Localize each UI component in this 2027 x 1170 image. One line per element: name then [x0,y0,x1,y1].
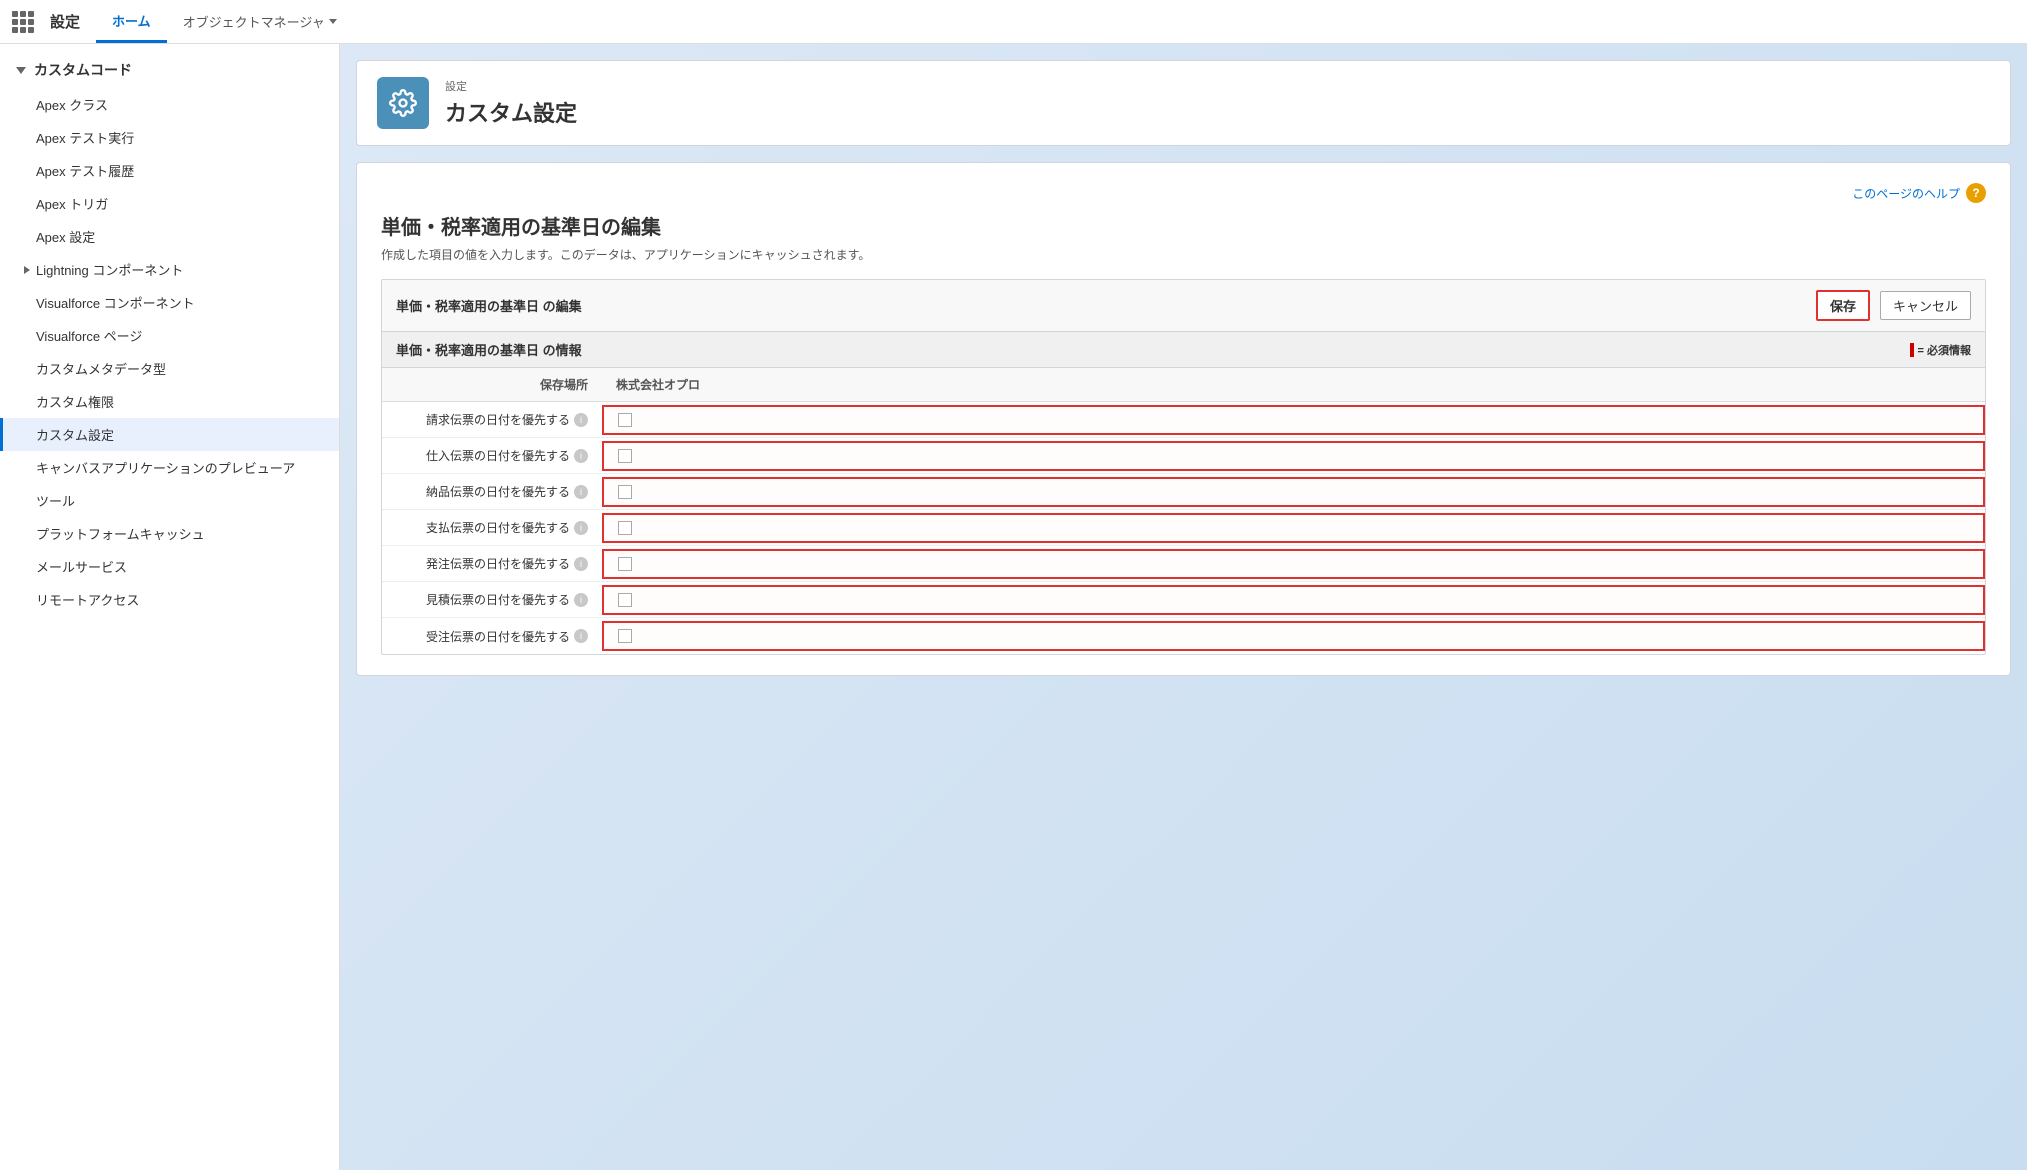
table-row: 仕入伝票の日付を優先する i [382,438,1985,474]
row-label-1: 仕入伝票の日付を優先する i [382,441,602,470]
sidebar-section-label: カスタムコード [34,60,132,80]
row-checkbox-5 [602,585,1985,615]
page-header-text: 設定 カスタム設定 [445,78,577,128]
row-label-4: 発注伝票の日付を優先する i [382,549,602,578]
info-icon-1[interactable]: i [574,449,588,463]
tab-object-manager[interactable]: オブジェクトマネージャ [167,0,353,43]
form-section-edit-title: 単価・税率適用の基準日 の編集 [396,296,582,315]
page-header-title: カスタム設定 [445,96,577,128]
checkbox-4[interactable] [618,557,632,571]
sidebar-item-lightning-component[interactable]: Lightning コンポーネント [0,253,339,286]
required-bar-icon [1910,343,1914,357]
subsection-expand-icon [24,266,30,274]
row-checkbox-4 [602,549,1985,579]
sidebar-item-apex-test-run[interactable]: Apex テスト実行 [0,121,339,154]
info-icon-3[interactable]: i [574,521,588,535]
form-desc: 作成した項目の値を入力します。このデータは、アプリケーションにキャッシュされます… [381,246,1986,263]
row-checkbox-1 [602,441,1985,471]
sidebar-item-apex-settings[interactable]: Apex 設定 [0,220,339,253]
page-help-row: このページのヘルプ ? [381,183,1986,203]
row-checkbox-0 [602,405,1985,435]
help-link[interactable]: このページのヘルプ [1852,185,1960,202]
checkbox-6[interactable] [618,629,632,643]
checkbox-3[interactable] [618,521,632,535]
sidebar-item-canvas-preview[interactable]: キャンバスアプリケーションのプレビューア [0,451,339,484]
help-icon[interactable]: ? [1966,183,1986,203]
checkbox-1[interactable] [618,449,632,463]
page-header-card: 設定 カスタム設定 [356,60,2011,146]
sidebar-item-apex-trigger[interactable]: Apex トリガ [0,187,339,220]
form-table-header: 保存場所 株式会社オプロ [382,368,1985,402]
chevron-down-icon [329,19,337,24]
sidebar-item-apex-test-history[interactable]: Apex テスト履歴 [0,154,339,187]
topbar-tabs: ホーム オブジェクトマネージャ [96,0,353,43]
table-row: 受注伝票の日付を優先する i [382,618,1985,654]
col-header-storage: 保存場所 [382,368,602,401]
info-section-title: 単価・税率適用の基準日 の情報 [396,340,582,359]
row-label-2: 納品伝票の日付を優先する i [382,477,602,506]
info-icon-0[interactable]: i [574,413,588,427]
gear-icon [389,89,417,117]
required-legend: = 必須情報 [1910,342,1971,358]
row-checkbox-6 [602,621,1985,651]
form-section-edit-header: 単価・税率適用の基準日 の編集 保存 キャンセル [382,280,1985,332]
sidebar-item-custom-permission[interactable]: カスタム権限 [0,385,339,418]
row-label-3: 支払伝票の日付を優先する i [382,513,602,542]
form-table: 請求伝票の日付を優先する i 仕入伝票の日付を優先する i [382,402,1985,654]
form-section-buttons: 保存 キャンセル [1816,290,1971,321]
form-section: 単価・税率適用の基準日 の編集 保存 キャンセル 単価・税率適用の基準日 の情報… [381,279,1986,655]
checkbox-5[interactable] [618,593,632,607]
table-row: 請求伝票の日付を優先する i [382,402,1985,438]
tab-home[interactable]: ホーム [96,0,167,43]
table-row: 発注伝票の日付を優先する i [382,546,1985,582]
sidebar-item-platform-cache[interactable]: プラットフォームキャッシュ [0,517,339,550]
form-section-header-left: 単価・税率適用の基準日 の編集 [396,296,582,315]
main-layout: カスタムコード Apex クラス Apex テスト実行 Apex テスト履歴 A… [0,44,2027,1170]
sidebar-item-custom-settings[interactable]: カスタム設定 [0,418,339,451]
sidebar-item-apex-class[interactable]: Apex クラス [0,88,339,121]
sidebar-item-tools[interactable]: ツール [0,484,339,517]
table-row: 納品伝票の日付を優先する i [382,474,1985,510]
row-checkbox-3 [602,513,1985,543]
info-icon-6[interactable]: i [574,629,588,643]
page-header-icon [377,77,429,129]
save-button[interactable]: 保存 [1816,290,1870,321]
row-label-6: 受注伝票の日付を優先する i [382,622,602,651]
info-icon-4[interactable]: i [574,557,588,571]
checkbox-2[interactable] [618,485,632,499]
info-icon-5[interactable]: i [574,593,588,607]
info-section-header: 単価・税率適用の基準日 の情報 = 必須情報 [382,332,1985,368]
sidebar-item-visualforce-component[interactable]: Visualforce コンポーネント [0,286,339,319]
table-row: 見積伝票の日付を優先する i [382,582,1985,618]
sidebar-item-email-service[interactable]: メールサービス [0,550,339,583]
form-card: このページのヘルプ ? 単価・税率適用の基準日の編集 作成した項目の値を入力しま… [356,162,2011,676]
row-label-5: 見積伝票の日付を優先する i [382,585,602,614]
sidebar-item-custom-metadata[interactable]: カスタムメタデータ型 [0,352,339,385]
app-grid-icon[interactable] [12,11,34,33]
col-header-company: 株式会社オプロ [602,368,1985,401]
form-title: 単価・税率適用の基準日の編集 [381,211,1986,240]
sidebar: カスタムコード Apex クラス Apex テスト実行 Apex テスト履歴 A… [0,44,340,1170]
topbar-title: 設定 [50,11,80,32]
topbar: 設定 ホーム オブジェクトマネージャ [0,0,2027,44]
info-icon-2[interactable]: i [574,485,588,499]
sidebar-item-remote-access[interactable]: リモートアクセス [0,583,339,616]
row-checkbox-2 [602,477,1985,507]
section-toggle-icon [16,67,26,74]
table-row: 支払伝票の日付を優先する i [382,510,1985,546]
cancel-button[interactable]: キャンセル [1880,291,1971,320]
checkbox-0[interactable] [618,413,632,427]
content-area: 設定 カスタム設定 このページのヘルプ ? 単価・税率適用の基準日の編集 作成し… [340,44,2027,1170]
row-label-0: 請求伝票の日付を優先する i [382,405,602,434]
page-header-subtitle: 設定 [445,78,577,94]
sidebar-item-visualforce-page[interactable]: Visualforce ページ [0,319,339,352]
sidebar-section-custom-code[interactable]: カスタムコード [0,52,339,88]
